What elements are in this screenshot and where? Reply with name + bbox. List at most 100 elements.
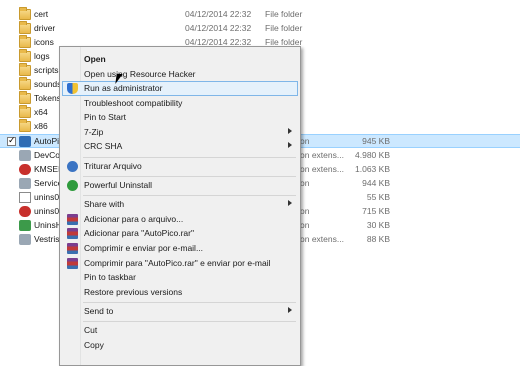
submenu-arrow-icon: [288, 307, 292, 313]
menu-item-label: 7-Zip: [84, 127, 104, 137]
list-item-driver[interactable]: driver 04/12/2014 22:32 File folder: [0, 21, 520, 36]
row-checkbox[interactable]: [7, 135, 16, 146]
folder-icon: [19, 49, 31, 62]
menu-item-label: Copy: [84, 340, 104, 350]
submenu-arrow-icon: [288, 128, 292, 134]
menu-item-restore-versions[interactable]: Restore previous versions: [62, 285, 298, 300]
menu-item-open[interactable]: Open: [62, 52, 298, 67]
menu-item-label: Adicionar para "AutoPico.rar": [84, 228, 194, 238]
shred-icon: [67, 161, 78, 172]
menu-item-share-with[interactable]: Share with: [62, 197, 298, 212]
folder-icon: [19, 91, 31, 104]
app-icon: [19, 234, 31, 245]
app-icon: [19, 136, 31, 147]
shield-icon: [67, 83, 78, 94]
menu-separator: [83, 302, 296, 303]
file-size: 944 KB: [362, 178, 390, 188]
menu-item-run-as-admin[interactable]: Run as administrator: [62, 81, 298, 96]
menu-separator: [83, 321, 296, 322]
folder-icon: [19, 63, 31, 76]
menu-item-label: Adicionar para o arquivo...: [84, 214, 184, 224]
file-name: icons: [34, 37, 54, 47]
context-menu: Open Open using Resource Hacker Run as a…: [59, 46, 301, 366]
file-name: x64: [34, 107, 48, 117]
folder-icon: [19, 105, 31, 118]
app-icon: [19, 206, 31, 217]
file-date: 04/12/2014 22:32: [185, 9, 252, 19]
app-icon: [19, 220, 31, 231]
menu-item-label: Pin to taskbar: [84, 272, 136, 282]
file-size: 715 KB: [362, 206, 390, 216]
menu-item-copy[interactable]: Copy: [62, 338, 298, 353]
menu-item-send-to[interactable]: Send to: [62, 304, 298, 319]
app-icon: [19, 150, 31, 161]
menu-item-pin-taskbar[interactable]: Pin to taskbar: [62, 270, 298, 285]
menu-item-label: Send to: [84, 306, 114, 316]
winrar-icon: [67, 228, 78, 239]
file-name: scripts: [34, 65, 59, 75]
file-type: on: [300, 206, 310, 216]
menu-separator: [83, 157, 296, 158]
submenu-arrow-icon: [288, 200, 292, 206]
menu-item-label: Comprimir para "AutoPico.rar" e enviar p…: [84, 258, 271, 268]
folder-icon: [19, 21, 31, 34]
menu-item-label: Open using Resource Hacker: [84, 69, 196, 79]
menu-item-troubleshoot[interactable]: Troubleshoot compatibility: [62, 96, 298, 111]
app-icon: [19, 164, 31, 175]
folder-icon: [19, 77, 31, 90]
menu-item-label: Open: [84, 54, 106, 64]
menu-item-cut[interactable]: Cut: [62, 323, 298, 338]
menu-separator: [83, 195, 296, 196]
app-icon: [19, 178, 31, 189]
file-name: logs: [34, 51, 50, 61]
menu-item-7zip[interactable]: 7-Zip: [62, 125, 298, 140]
file-size: 55 KB: [366, 192, 390, 202]
menu-item-crc-sha[interactable]: CRC SHA: [62, 139, 298, 154]
menu-item-label: CRC SHA: [84, 141, 123, 151]
file-name: Tokens: [34, 93, 61, 103]
file-type: File folder: [265, 23, 303, 33]
file-type: on extens...: [300, 234, 344, 244]
file-type: on: [300, 136, 310, 146]
file-type: on extens...: [300, 150, 344, 160]
menu-item-label: Restore previous versions: [84, 287, 183, 297]
menu-item-triturar[interactable]: Triturar Arquivo: [62, 159, 298, 174]
menu-item-label: Powerful Uninstall: [84, 180, 153, 190]
menu-item-label: Triturar Arquivo: [84, 161, 142, 171]
file-size: 4.980 KB: [355, 150, 390, 160]
menu-item-label: Cut: [84, 325, 98, 335]
folder-icon: [19, 35, 31, 48]
file-type: on extens...: [300, 164, 344, 174]
menu-separator: [83, 176, 296, 177]
folder-icon: [19, 119, 31, 132]
menu-item-open-resource-hacker[interactable]: Open using Resource Hacker: [62, 67, 298, 82]
file-name: UninsH: [34, 220, 62, 230]
folder-icon: [19, 7, 31, 20]
menu-item-comprimir-autopico-email[interactable]: Comprimir para "AutoPico.rar" e enviar p…: [62, 256, 298, 271]
file-date: 04/12/2014 22:32: [185, 23, 252, 33]
menu-item-pin-start[interactable]: Pin to Start: [62, 110, 298, 125]
file-name: cert: [34, 9, 49, 19]
file-name: x86: [34, 121, 48, 131]
winrar-icon: [67, 214, 78, 225]
menu-item-comprimir-email[interactable]: Comprimir e enviar por e-mail...: [62, 241, 298, 256]
menu-item-adicionar-autopico-rar[interactable]: Adicionar para "AutoPico.rar": [62, 226, 298, 241]
menu-item-adicionar-arquivo[interactable]: Adicionar para o arquivo...: [62, 212, 298, 227]
menu-item-label: Pin to Start: [84, 112, 127, 122]
file-size: 88 KB: [366, 234, 390, 244]
menu-item-label: Troubleshoot compatibility: [84, 98, 183, 108]
menu-item-label: Comprimir e enviar por e-mail...: [84, 243, 204, 253]
file-size: 1.063 KB: [355, 164, 390, 174]
menu-item-label: Share with: [84, 199, 125, 209]
file-size: 30 KB: [366, 220, 390, 230]
uninstall-icon: [67, 180, 78, 191]
file-type: File folder: [265, 9, 303, 19]
file-name: sounds: [34, 79, 62, 89]
winrar-icon: [67, 258, 78, 269]
menu-item-powerful-uninstall[interactable]: Powerful Uninstall: [62, 178, 298, 193]
menu-item-label: Run as administrator: [84, 83, 163, 93]
submenu-arrow-icon: [288, 142, 292, 148]
list-item-cert[interactable]: cert 04/12/2014 22:32 File folder: [0, 7, 520, 22]
file-size: 945 KB: [362, 136, 390, 146]
file-name: Vestris.: [34, 234, 62, 244]
